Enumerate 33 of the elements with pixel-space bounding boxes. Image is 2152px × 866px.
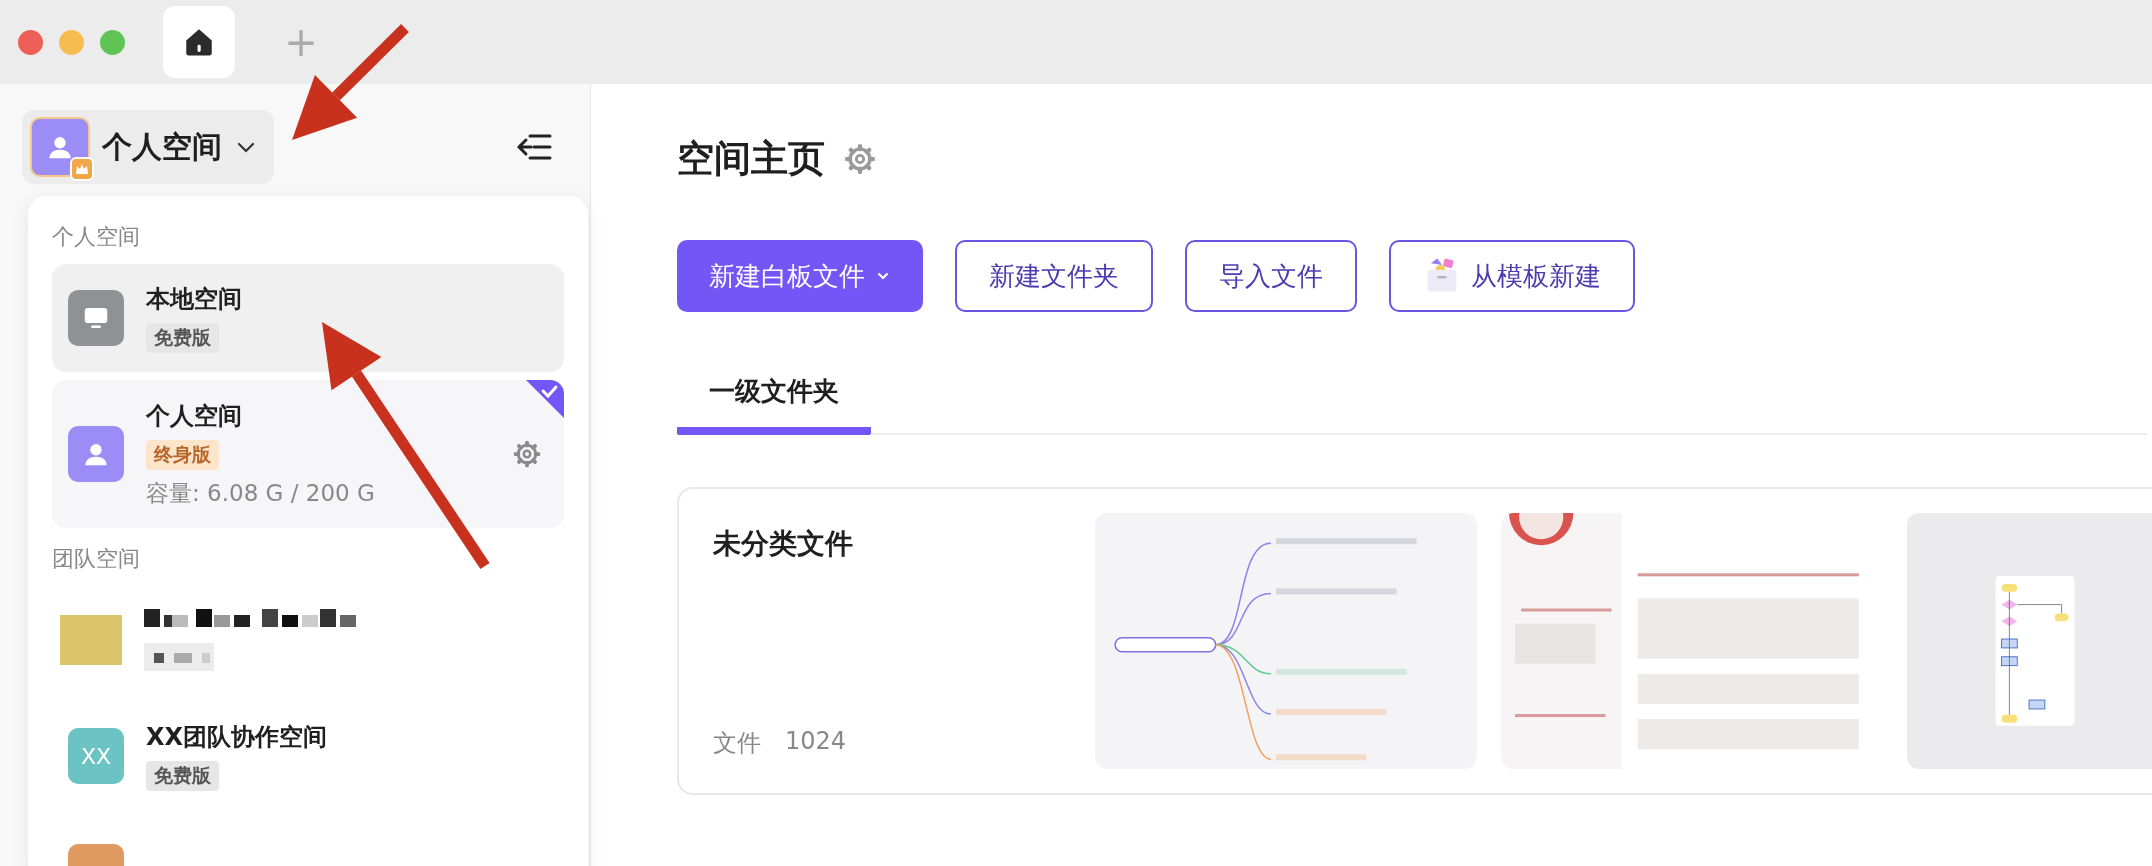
action-button[interactable]: 新建文件夹	[955, 240, 1153, 312]
action-button[interactable]: 导入文件	[1185, 240, 1357, 312]
home-tab[interactable]	[163, 6, 235, 78]
plan-label: 免费版	[146, 323, 219, 353]
workspace-item[interactable]: 个人空间 终身版 容量: 6.08 G / 200 G	[52, 380, 564, 528]
workspace-name: XX团队协作空间	[146, 722, 327, 753]
page-title: 空间主页	[677, 136, 825, 182]
storage-text: 容量: 6.08 G / 200 G	[146, 478, 375, 508]
crown-badge	[70, 157, 94, 181]
action-button[interactable]: 新建白板文件	[677, 240, 923, 312]
folder-tab[interactable]: 一级文件夹	[677, 356, 871, 435]
workspace-name: 本地空间	[146, 284, 242, 315]
section-title: 团队空间	[52, 545, 141, 573]
file-count-label: 文件	[713, 728, 761, 759]
folder-card[interactable]: 未分类文件 文件 1024	[677, 487, 2152, 795]
minimize-button[interactable]	[59, 29, 84, 55]
folder-title: 未分类文件	[713, 526, 854, 562]
collapse-sidebar-icon[interactable]	[516, 132, 554, 162]
workspace-icon: XX	[68, 728, 124, 784]
plan-label: 免费版	[146, 761, 219, 791]
plan-label: 终身版	[146, 439, 219, 470]
action-button[interactable]: 从模板新建	[1389, 240, 1635, 312]
settings-icon[interactable]	[843, 142, 877, 176]
check-corner-icon	[526, 380, 564, 418]
workspace-switcher[interactable]: 个人空间	[22, 110, 274, 184]
workspace-item[interactable]: 本地空间 免费版	[52, 264, 564, 372]
workspace-item[interactable]: XX XX团队协作空间 免费版	[52, 702, 564, 810]
close-button[interactable]	[18, 29, 43, 55]
maximize-button[interactable]	[100, 29, 125, 55]
file-count: 1024	[785, 727, 847, 757]
settings-icon[interactable]	[512, 439, 542, 469]
section-title: 个人空间	[52, 223, 141, 251]
workspace-name: 个人空间	[146, 400, 242, 432]
